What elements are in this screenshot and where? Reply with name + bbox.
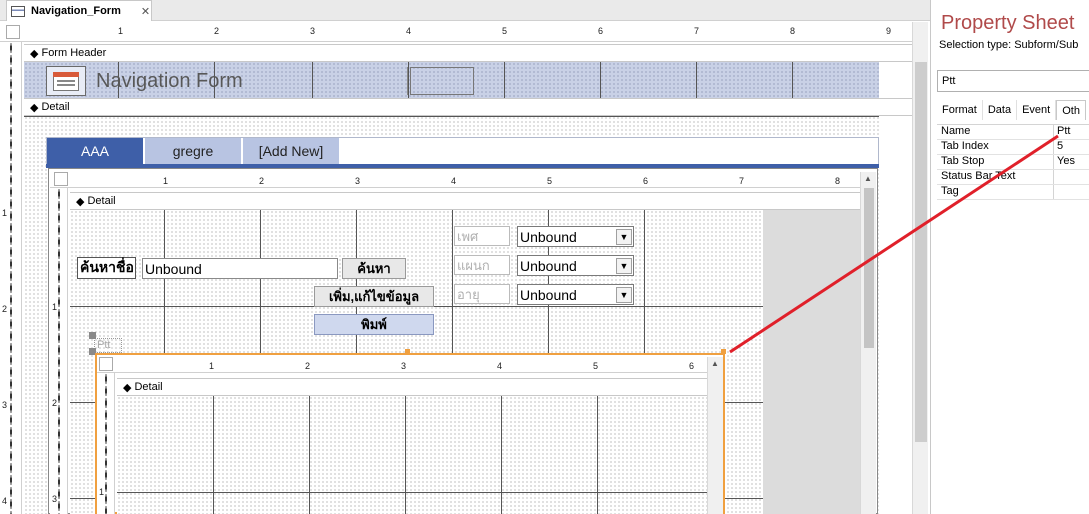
annotation-line: [729, 134, 1059, 354]
annotation-arrow: [729, 134, 1059, 354]
